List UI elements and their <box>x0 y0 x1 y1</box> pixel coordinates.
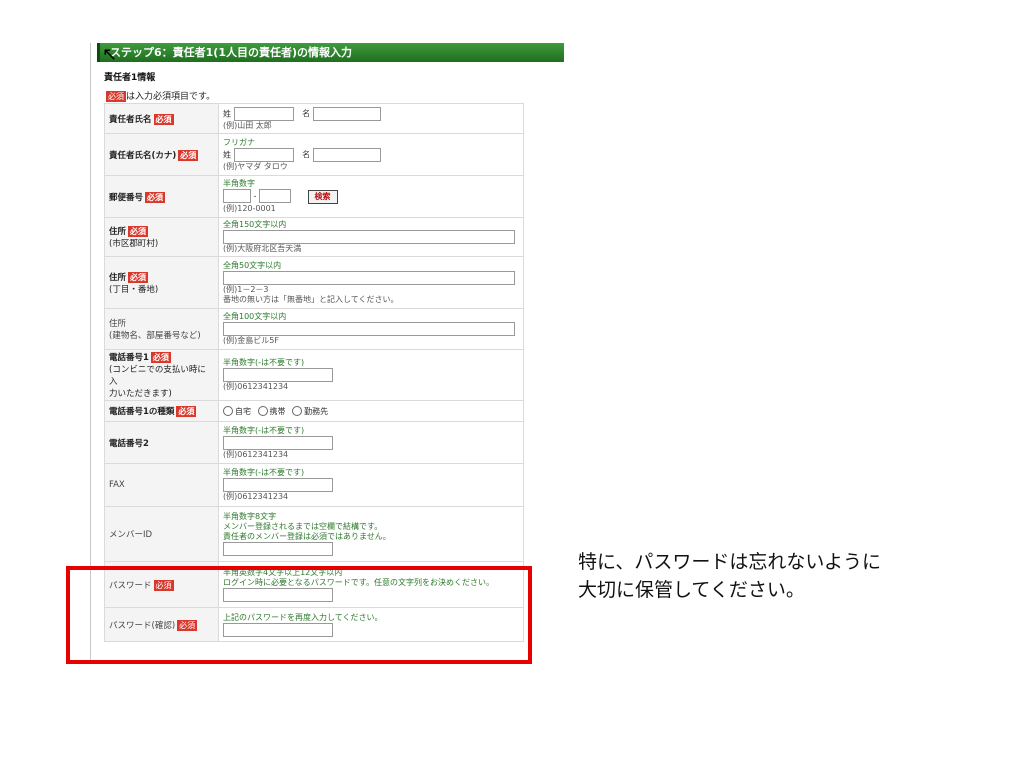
address3-label: 住所 <box>109 319 127 329</box>
sei-kana-label: 姓 <box>223 150 231 159</box>
tel1-input[interactable] <box>223 368 333 382</box>
responsible-person-form: 責任者氏名 必須 姓 名 (例)山田 太郎 責任者氏名(カナ) 必須 フリガナ 姓 … <box>104 103 524 642</box>
radio-mobile-label: 携帯 <box>269 406 286 416</box>
address1-example: (例)大阪府北区吾天満 <box>223 244 302 253</box>
kana-label: 責任者氏名(カナ) <box>109 150 177 161</box>
address2-example: (例)1－2－3 <box>223 284 269 294</box>
tel2-example: (例)0612341234 <box>223 449 289 459</box>
tel1-sublabel: (コンビニでの支払い時に入 <box>109 365 206 387</box>
address2-input[interactable] <box>223 270 515 285</box>
tel2-hint: 半角数字(-は不要です) <box>223 425 305 435</box>
address2-hint: 全角50文字以内 <box>223 260 282 270</box>
radio-home-label: 自宅 <box>235 406 251 416</box>
tel1-type-label: 電話番号1の種類 <box>109 407 175 417</box>
required-badge: 必須 <box>176 406 197 417</box>
required-badge: 必須 <box>128 226 149 237</box>
member-id-hint-3: 責任者のメンバー登録は必須ではありません。 <box>223 532 391 541</box>
zip-dash: - <box>253 191 257 201</box>
section-title: 責任者1情報 <box>104 73 156 83</box>
mouse-cursor-icon: ↖ <box>102 44 118 65</box>
member-id-label: メンバーID <box>109 530 153 540</box>
tel2-label: 電話番号2 <box>109 438 149 449</box>
member-id-hint: 半角数字8文字 <box>223 512 277 521</box>
zip-input-1[interactable] <box>223 189 251 204</box>
row-kana: 責任者氏名(カナ) 必須 フリガナ 姓 名 (例)ヤマダ タロウ <box>104 133 524 176</box>
address2-note: 番地の無い方は「無番地」と記入してください。 <box>223 294 399 304</box>
furigana-label: フリガナ <box>223 137 255 147</box>
tel1-sublabel-2: 力いただきます) <box>109 389 172 399</box>
required-badge: 必須 <box>128 271 149 283</box>
caption-line-2: 大切に保管してください。 <box>578 579 805 601</box>
zip-example: (例)120-0001 <box>223 203 276 213</box>
tel1-example: (例)0612341234 <box>223 382 289 391</box>
first-name-input[interactable] <box>312 106 381 121</box>
first-name-kana-input[interactable] <box>312 147 381 162</box>
mei-label: 名 <box>302 109 311 118</box>
fax-label: FAX <box>109 480 125 490</box>
fax-example: (例)0612341234 <box>223 492 289 501</box>
required-badge: 必須 <box>150 352 171 363</box>
tel2-input[interactable] <box>223 435 333 450</box>
last-name-input[interactable] <box>233 106 294 121</box>
row-member-id: メンバーID 半角数字8文字 メンバー登録されるまでは空欄で結構です。 責任者の… <box>104 506 524 562</box>
required-note-text: は入力必須項目です。 <box>126 92 216 102</box>
tel1-label: 電話番号1 <box>109 353 149 363</box>
mei-kana-label: 名 <box>302 150 311 159</box>
address3-hint: 全角100文字以内 <box>223 312 287 321</box>
address1-hint: 全角150文字以内 <box>223 220 287 229</box>
required-badge: 必須 <box>145 191 166 203</box>
address1-label: 住所 <box>109 227 127 237</box>
row-fax: FAX 半角数字(-は不要です) (例)0612341234 <box>104 463 524 507</box>
row-address3: 住所 (建物名、部屋番号など) 全角100文字以内 (例)金島ビル5F <box>104 308 524 350</box>
required-badge: 必須 <box>178 149 199 161</box>
radio-home[interactable] <box>223 406 233 416</box>
row-tel1: 電話番号1 必須 (コンビニでの支払い時に入力いただきます) 半角数字(-は不要です… <box>104 349 524 401</box>
row-tel2: 電話番号2 半角数字(-は不要です) (例)0612341234 <box>104 421 524 464</box>
sei-label: 姓 <box>223 109 231 118</box>
address1-sublabel: (市区郡町村) <box>109 239 159 249</box>
kana-example: (例)ヤマダ タロウ <box>223 161 288 171</box>
caption: 特に、パスワードは忘れないように 大切に保管してください。 <box>578 548 881 604</box>
fax-input[interactable] <box>223 478 333 492</box>
fax-hint: 半角数字(-は不要です) <box>223 468 305 477</box>
required-note: 必須 は入力必須項目です。 <box>104 89 215 102</box>
required-badge: 必須 <box>153 113 174 125</box>
address1-input[interactable] <box>223 230 515 244</box>
zip-input-2[interactable] <box>258 189 291 204</box>
radio-work[interactable] <box>292 406 303 416</box>
row-tel1-type: 電話番号1の種類 必須 自宅 携帯 勤務先 <box>104 400 524 422</box>
step-title-bar: ステップ6：責任者1(1人目の責任者)の情報入力 <box>97 43 564 62</box>
name-example: (例)山田 太郎 <box>223 120 272 130</box>
member-id-input[interactable] <box>223 542 333 556</box>
required-badge: 必須 <box>106 91 126 102</box>
radio-mobile[interactable] <box>257 406 268 416</box>
row-address1: 住所 必須 (市区郡町村) 全角150文字以内 (例)大阪府北区吾天満 <box>104 217 524 257</box>
tel1-hint: 半角数字(-は不要です) <box>223 358 305 367</box>
zip-label: 郵便番号 <box>109 192 144 203</box>
last-name-kana-input[interactable] <box>233 147 294 162</box>
member-id-hint-2: メンバー登録されるまでは空欄で結構です。 <box>223 522 383 531</box>
address3-sublabel: (建物名、部屋番号など) <box>109 331 201 341</box>
address3-example: (例)金島ビル5F <box>223 336 279 345</box>
zip-hint: 半角数字 <box>223 179 255 189</box>
row-zip: 郵便番号 必須 半角数字 - 検索 (例)120-0001 <box>104 175 524 218</box>
row-name: 責任者氏名 必須 姓 名 (例)山田 太郎 <box>104 103 524 134</box>
address2-sublabel: (丁目・番地) <box>109 284 159 295</box>
row-address2: 住所 必須 (丁目・番地) 全角50文字以内 (例)1－2－3 番地の無い方は「無番… <box>104 256 524 309</box>
address2-label: 住所 <box>109 272 127 283</box>
password-highlight-box <box>66 566 532 664</box>
caption-line-1: 特に、パスワードは忘れないように <box>578 551 882 573</box>
name-label: 責任者氏名 <box>109 114 152 125</box>
radio-work-label: 勤務先 <box>304 406 329 416</box>
address3-input[interactable] <box>223 322 515 336</box>
zip-search-button[interactable]: 検索 <box>307 189 338 204</box>
